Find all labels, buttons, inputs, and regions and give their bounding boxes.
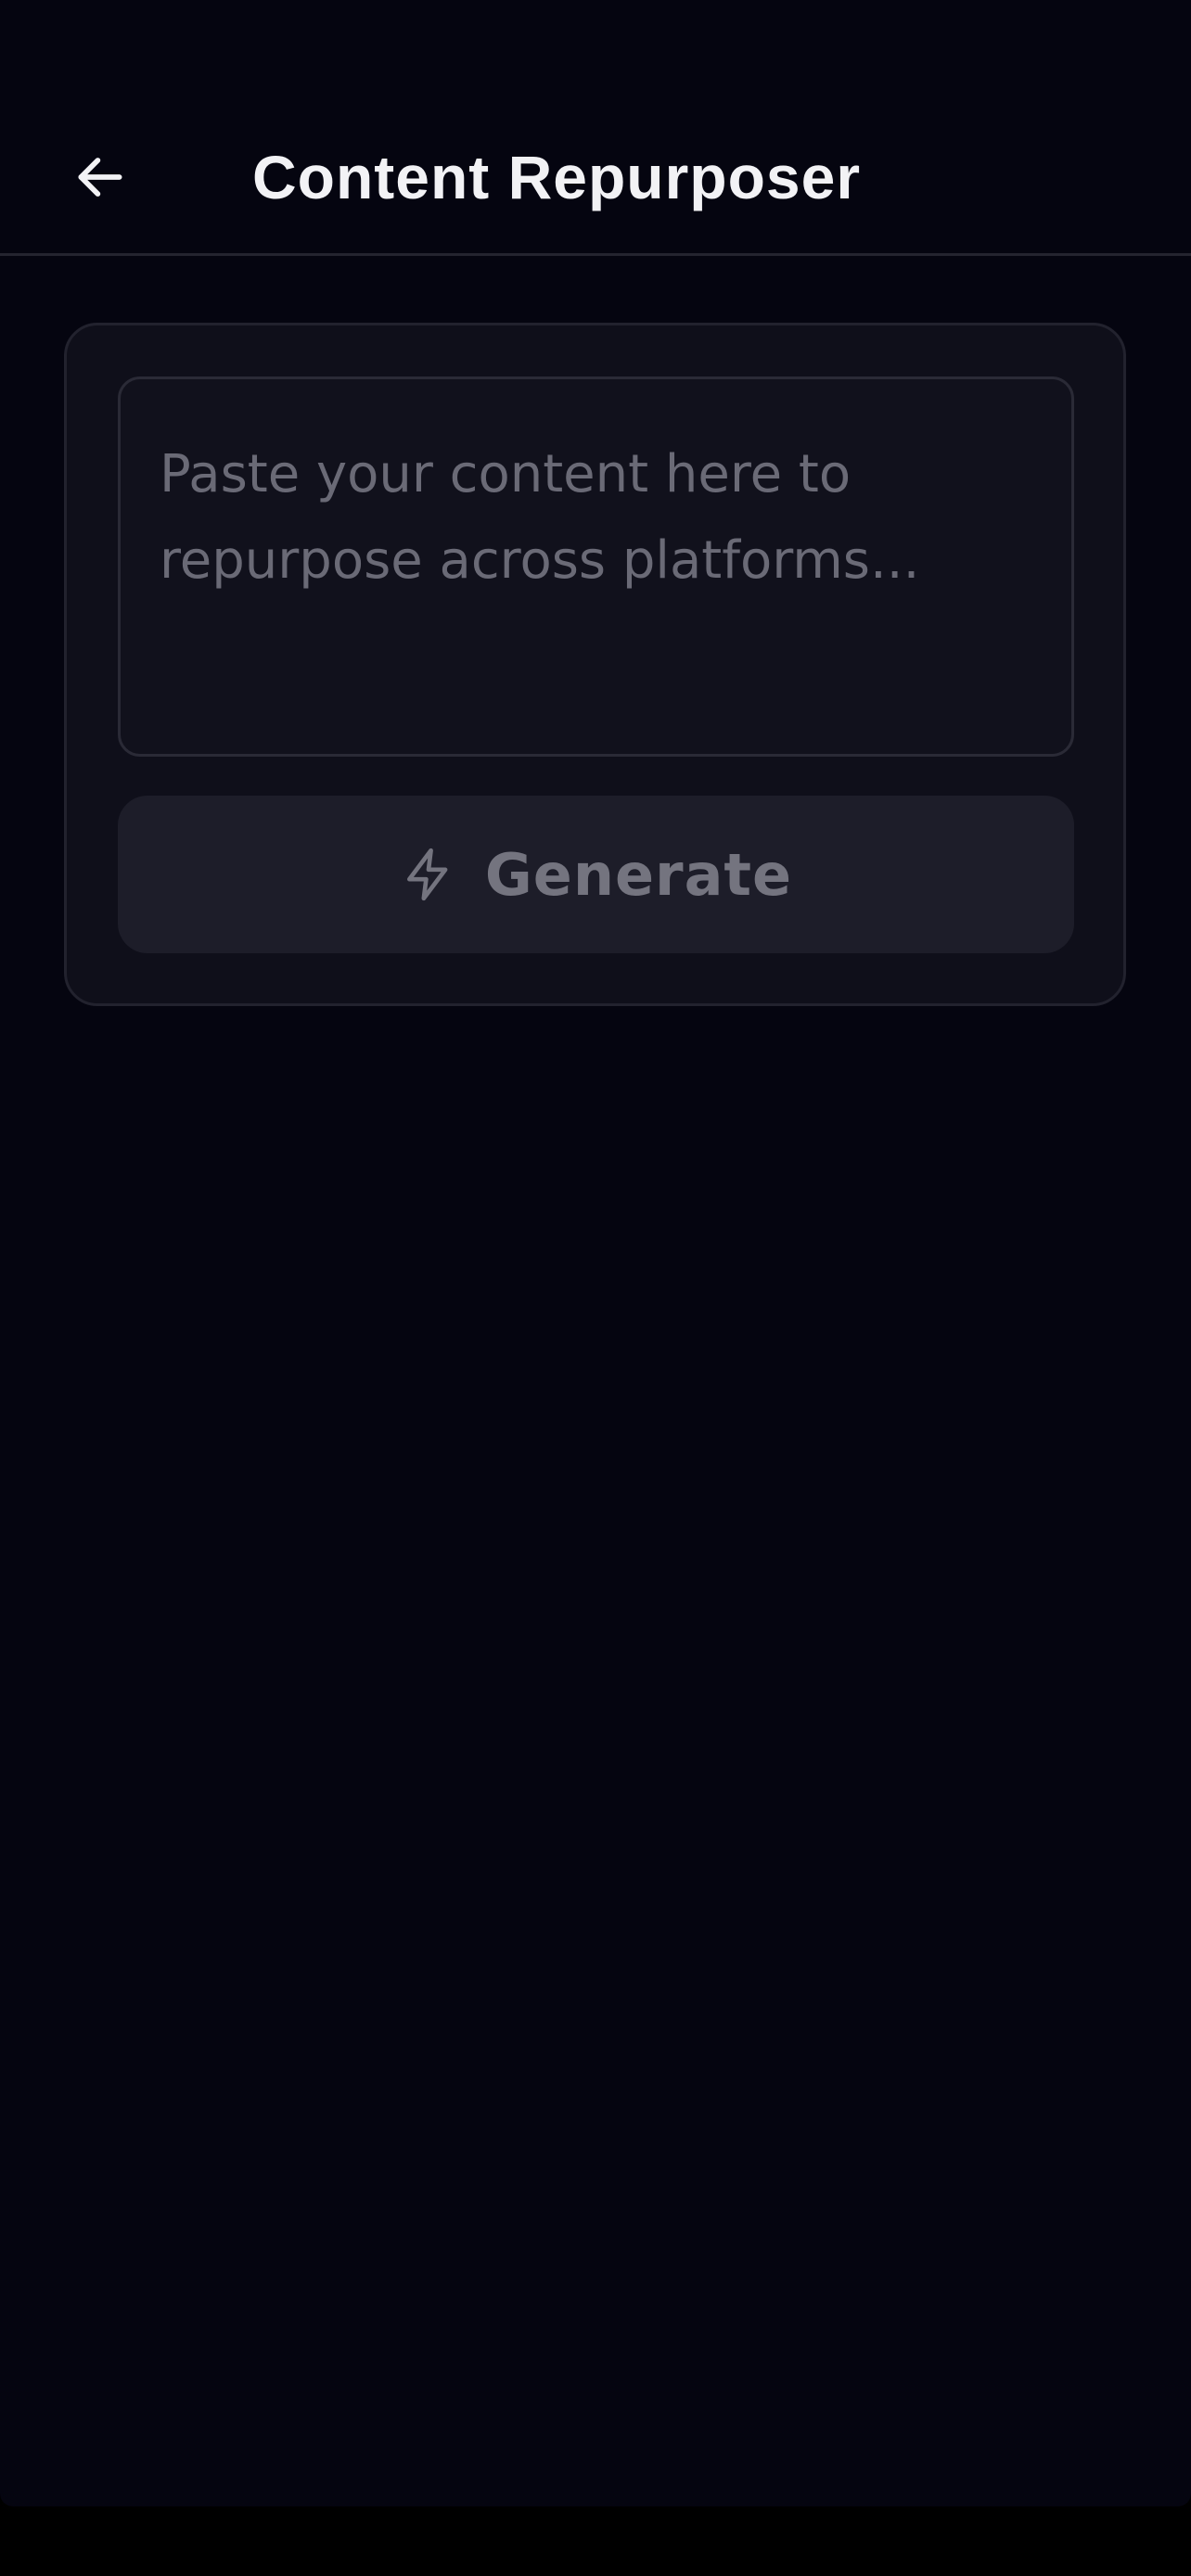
back-button[interactable] (58, 139, 143, 215)
generate-button[interactable]: Generate (118, 796, 1074, 953)
lightning-icon (406, 848, 448, 901)
content-input[interactable] (118, 376, 1074, 757)
repurpose-card: Generate (64, 323, 1126, 1006)
generate-button-label: Generate (484, 840, 793, 909)
app-header: Content Repurposer (0, 0, 1191, 256)
app-screen: Content Repurposer Generate (0, 0, 1191, 2506)
arrow-left-icon (78, 158, 122, 197)
page-title: Content Repurposer (252, 143, 862, 211)
